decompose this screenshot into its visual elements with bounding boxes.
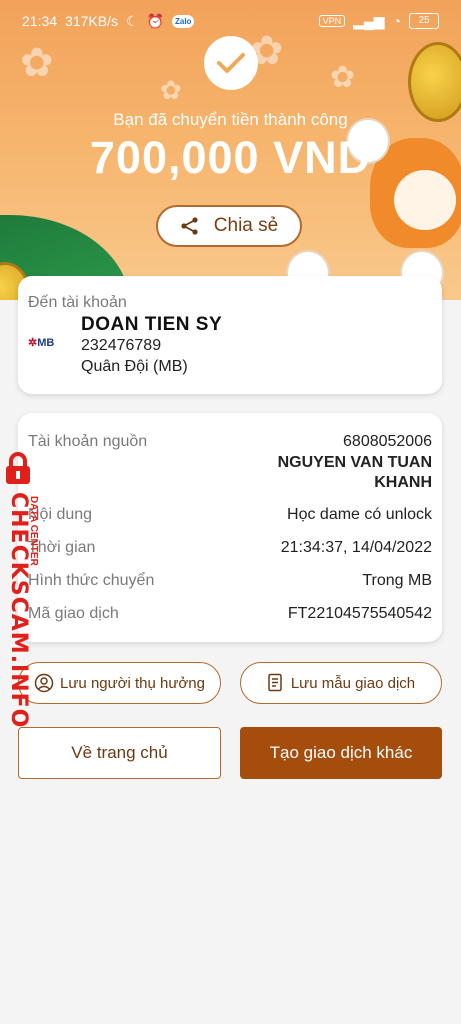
method-label: Hình thức chuyển: [28, 572, 155, 589]
transaction-code-row: Mã giao dịch FT22104575540542: [28, 605, 432, 623]
content-value: Học dame có unlock: [287, 506, 432, 523]
share-label: Chia sẻ: [213, 215, 279, 236]
success-check-icon: [204, 36, 258, 90]
recipient-account: 232476789: [81, 337, 162, 354]
transaction-code-label: Mã giao dịch: [28, 605, 119, 622]
moon-icon: ☾: [125, 12, 139, 29]
recipient-name: DOAN TIEN SY: [81, 314, 223, 335]
mb-bank-logo: ✲MB: [28, 337, 55, 349]
lock-icon: [6, 452, 30, 484]
source-account-value: 6808052006: [343, 433, 432, 450]
success-message: Bạn đã chuyển tiền thành công: [113, 110, 348, 129]
share-icon: [181, 217, 198, 235]
source-account-label: Tài khoản nguồn: [28, 433, 148, 450]
save-recipient-button[interactable]: Lưu người thụ hưởng: [18, 662, 221, 704]
save-recipient-label: Lưu người thụ hưởng: [60, 674, 205, 692]
source-account-row: Tài khoản nguồn 6808052006: [28, 433, 432, 451]
watermark-subtext: DATA CENTER: [28, 496, 39, 566]
transaction-code-value: FT22104575540542: [287, 605, 432, 622]
time-value: 21:34:37, 14/04/2022: [280, 539, 432, 556]
status-time: 21:34: [22, 13, 58, 29]
document-icon: [268, 673, 282, 692]
content-row: Nội dung Học dame có unlock: [28, 506, 432, 524]
home-button[interactable]: Về trang chủ: [18, 727, 221, 779]
share-button[interactable]: Chia sẻ: [156, 205, 302, 247]
source-account-name: NGUYEN VAN TUAN KHANH: [277, 454, 432, 491]
method-value: Trong MB: [362, 572, 432, 589]
save-template-label: Lưu mẫu giao dịch: [290, 674, 416, 692]
method-row: Hình thức chuyển Trong MB: [28, 572, 432, 590]
checkscam-watermark: CHECKSCAM.INFO DATA CENTER: [0, 452, 40, 728]
zalo-icon: Zalo: [171, 14, 195, 28]
status-speed: 317KB/s: [65, 13, 118, 29]
flower-decoration: ✿: [160, 75, 182, 105]
destination-card: Đến tài khoản ✲MB DOAN TIEN SY 232476789…: [18, 276, 442, 394]
destination-label: Đến tài khoản: [28, 294, 127, 311]
flower-decoration: ✿: [330, 61, 356, 94]
save-template-button[interactable]: Lưu mẫu giao dịch: [240, 662, 442, 704]
recipient-bank: Quân Đội (MB): [81, 358, 188, 375]
new-transaction-button[interactable]: Tạo giao dịch khác: [240, 727, 442, 779]
transaction-details-card: Tài khoản nguồn 6808052006 NGUYEN VAN TU…: [18, 413, 442, 642]
time-row: Thời gian 21:34:37, 14/04/2022: [28, 539, 432, 557]
vpn-icon: VPN: [318, 15, 346, 27]
flower-decoration: ✿: [20, 41, 54, 85]
alarm-icon: ⏰: [146, 12, 164, 29]
battery-icon: 25: [409, 13, 439, 29]
wifi-icon: ◔: [392, 13, 401, 29]
transfer-amount: 700,000 VND: [89, 132, 372, 183]
signal-icon: ▂▄▆: [353, 12, 385, 29]
